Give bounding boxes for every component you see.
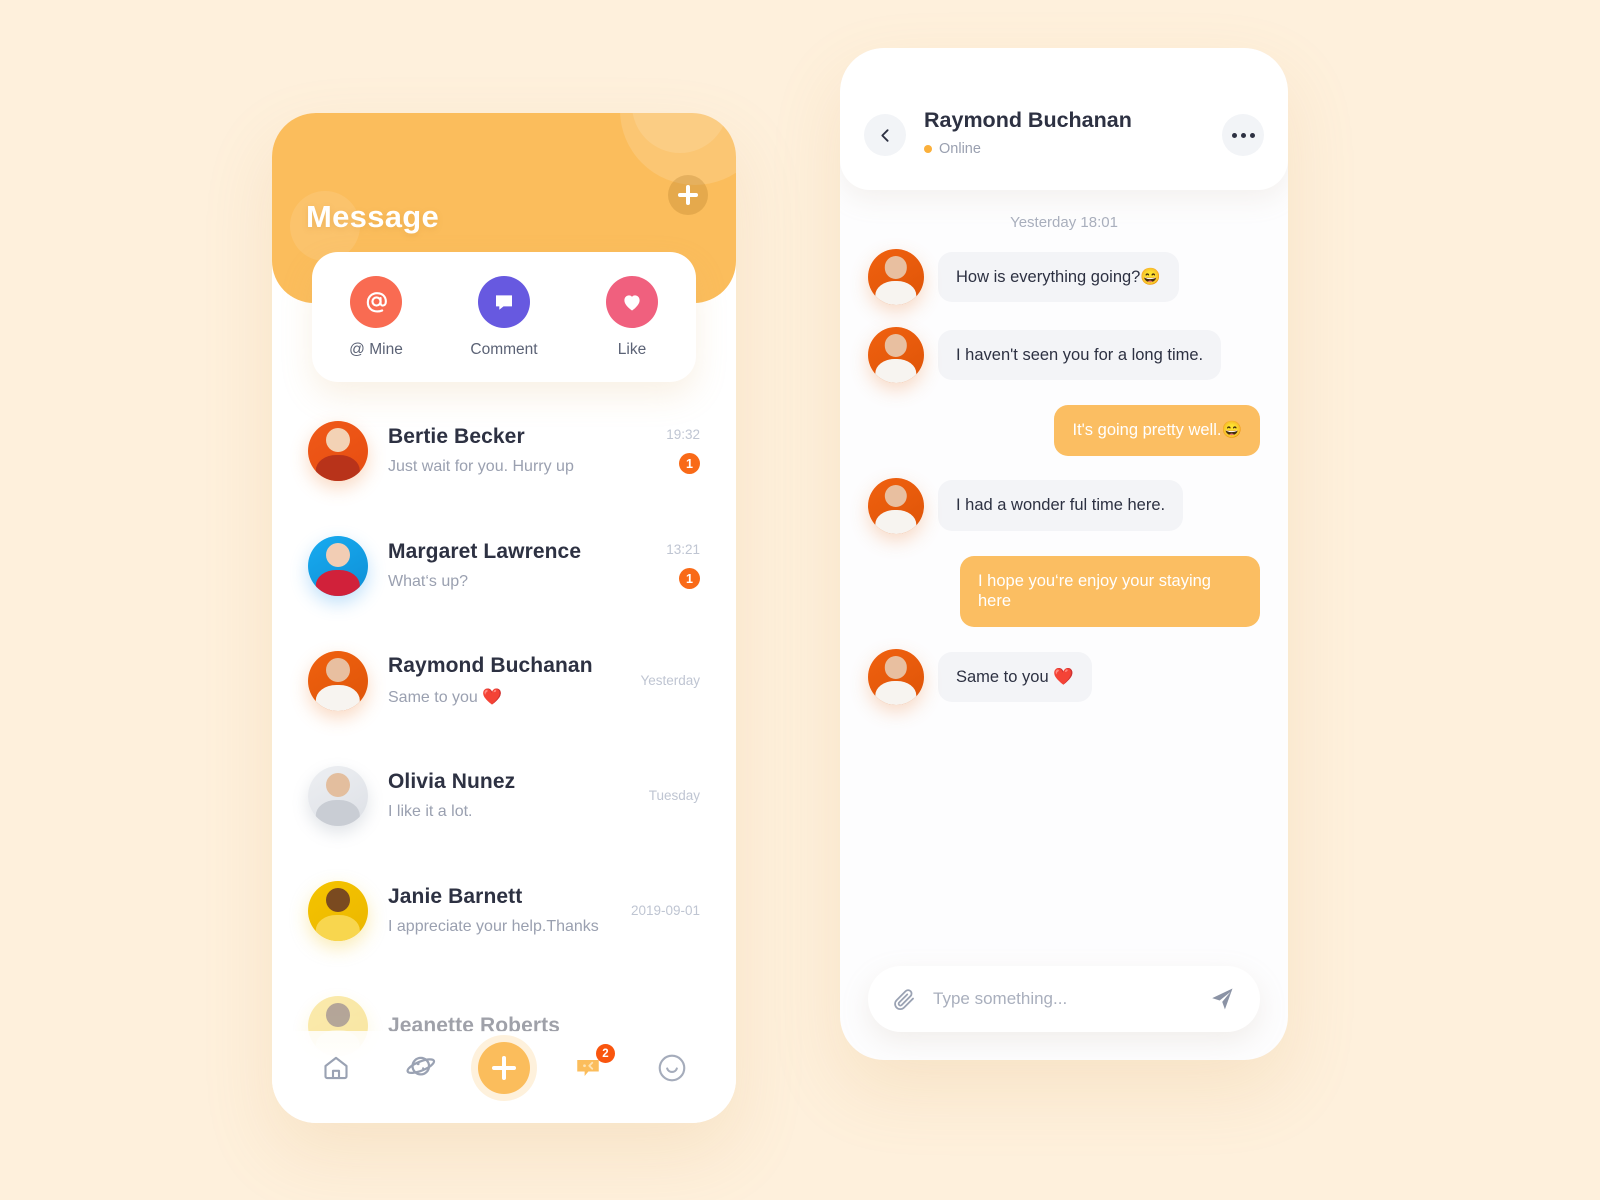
create-fab-button[interactable] <box>478 1042 530 1094</box>
contact-name: Margaret Lawrence <box>388 540 582 563</box>
chat-contact-name: Raymond Buchanan <box>924 108 1132 132</box>
paperclip-icon[interactable] <box>892 987 917 1012</box>
category-label: Like <box>617 340 647 358</box>
chat-bubble: Same to you ❤️ <box>938 651 1092 703</box>
avatar <box>308 765 368 826</box>
chat-row-incoming: How is everything going?😄 <box>868 249 1260 305</box>
category-comment[interactable]: Comment <box>454 275 554 359</box>
page-title: Message <box>306 199 440 234</box>
tab-messages[interactable]: 2 <box>557 1042 619 1094</box>
add-conversation-button[interactable] <box>668 175 708 215</box>
message-preview: I appreciate your help.Thanks <box>388 918 599 935</box>
tab-explore[interactable] <box>389 1042 451 1094</box>
planet-icon <box>406 1056 436 1076</box>
message-list-screen: Message @ Mine Comment Like Bertie Becke… <box>272 113 736 1123</box>
unread-badge: 1 <box>679 568 700 589</box>
message-composer <box>868 966 1260 1032</box>
list-item[interactable]: Margaret Lawrence What‘s up? 13:21 1 <box>308 508 700 623</box>
timestamp: Tuesday <box>648 788 700 803</box>
message-preview: Same to you ❤️ <box>388 689 503 706</box>
category-like[interactable]: Like <box>582 275 682 359</box>
online-dot-icon <box>924 145 932 153</box>
avatar <box>308 535 368 596</box>
avatar <box>868 648 924 705</box>
message-preview: What‘s up? <box>388 573 469 590</box>
chat-row-outgoing: It's going pretty well.😄 <box>868 405 1260 456</box>
chat-bubble: It's going pretty well.😄 <box>1054 405 1260 456</box>
list-item[interactable]: Janie Barnett I appreciate your help.Tha… <box>308 853 700 968</box>
timestamp: 13:21 <box>666 542 700 557</box>
tab-profile[interactable] <box>641 1042 703 1094</box>
home-icon <box>324 1056 348 1080</box>
send-icon[interactable] <box>1208 985 1236 1013</box>
category-label: Comment <box>470 340 538 358</box>
chat-bubble: How is everything going?😄 <box>938 251 1179 303</box>
smiley-icon <box>658 1054 686 1082</box>
contact-name: Janie Barnett <box>388 885 523 908</box>
timestamp: 19:32 <box>666 427 700 442</box>
date-divider: Yesterday 18:01 <box>1010 214 1118 231</box>
chat-status: Online <box>924 141 981 157</box>
list-item[interactable]: Raymond Buchanan Same to you ❤️ Yesterda… <box>308 623 700 738</box>
more-options-button[interactable] <box>1222 114 1264 156</box>
chat-bubble: I haven't seen you for a long time. <box>938 329 1222 381</box>
message-preview: Just wait for you. Hurry up <box>388 458 574 475</box>
contact-name: Olivia Nunez <box>388 770 516 793</box>
unread-badge: 1 <box>679 453 700 474</box>
message-input[interactable] <box>933 989 1208 1009</box>
heart-icon <box>606 275 658 328</box>
avatar <box>308 420 368 481</box>
timestamp: Yesterday <box>640 673 700 688</box>
list-item[interactable]: Bertie Becker Just wait for you. Hurry u… <box>308 393 700 508</box>
chat-row-incoming: Same to you ❤️ <box>868 648 1260 705</box>
chat-header: Raymond Buchanan Online <box>840 48 1288 190</box>
chat-row-incoming: I haven't seen you for a long time. <box>868 327 1260 383</box>
tab-unread-badge: 2 <box>596 1044 615 1063</box>
tab-create[interactable] <box>473 1042 535 1094</box>
conversation-list[interactable]: Bertie Becker Just wait for you. Hurry u… <box>272 393 736 1123</box>
category-mine[interactable]: @ Mine <box>326 275 426 359</box>
category-card: @ Mine Comment Like <box>312 252 696 382</box>
list-item[interactable]: Olivia Nunez I like it a lot. Tuesday <box>308 738 700 853</box>
chat-row-incoming: I had a wonder ful time here. <box>868 477 1260 534</box>
message-preview: I like it a lot. <box>388 803 473 820</box>
chat-row-outgoing: I hope you‘re enjoy your staying here <box>868 555 1260 627</box>
avatar <box>308 650 368 711</box>
more-horizontal-icon <box>1231 132 1237 138</box>
back-button[interactable] <box>864 114 906 156</box>
at-icon <box>350 275 402 328</box>
avatar <box>868 249 924 305</box>
avatar <box>868 477 924 534</box>
contact-name: Raymond Buchanan <box>388 654 593 677</box>
chat-bubble: I hope you‘re enjoy your staying here <box>960 555 1260 627</box>
comment-icon <box>478 275 530 328</box>
avatar <box>308 880 368 941</box>
avatar <box>868 327 924 383</box>
chevron-left-icon <box>880 128 889 142</box>
timestamp: 2019-09-01 <box>630 903 700 918</box>
category-label: @ Mine <box>349 340 403 358</box>
chat-screen: Raymond Buchanan Online Yesterday 18:01 … <box>840 48 1288 1060</box>
tab-home[interactable] <box>305 1042 367 1094</box>
chat-bubble: I had a wonder ful time here. <box>938 480 1184 531</box>
chat-message-area: Yesterday 18:01 How is everything going?… <box>840 190 1288 950</box>
contact-name: Bertie Becker <box>388 425 525 448</box>
screenshot-canvas: Message @ Mine Comment Like Bertie Becke… <box>0 0 1600 1200</box>
bottom-tab-bar: 2 <box>272 1031 736 1123</box>
chat-status-label: Online <box>939 141 981 157</box>
